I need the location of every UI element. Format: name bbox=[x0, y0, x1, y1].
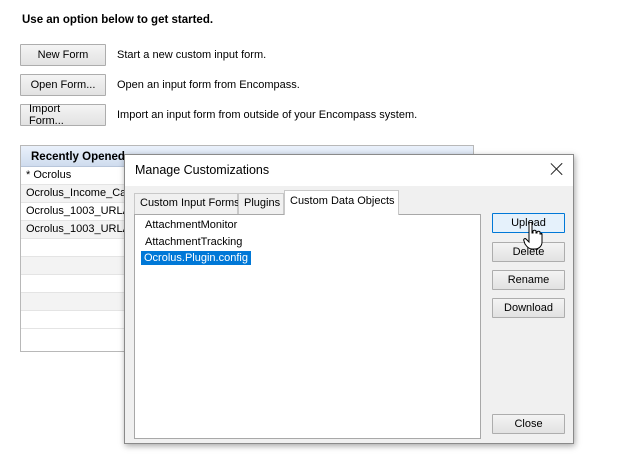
list-item-selected[interactable]: Ocrolus.Plugin.config bbox=[141, 251, 251, 265]
open-form-button[interactable]: Open Form... bbox=[20, 74, 106, 96]
tab-custom-data-objects[interactable]: Custom Data Objects bbox=[284, 190, 399, 215]
manage-customizations-dialog: Manage Customizations Custom Input Forms… bbox=[124, 154, 574, 444]
download-button[interactable]: Download bbox=[492, 298, 565, 318]
tab-custom-input-forms[interactable]: Custom Input Forms bbox=[134, 193, 240, 214]
import-form-description: Import an input form from outside of you… bbox=[117, 109, 418, 121]
open-form-description: Open an input form from Encompass. bbox=[117, 79, 300, 91]
rename-button[interactable]: Rename bbox=[492, 270, 565, 290]
dialog-title: Manage Customizations bbox=[135, 163, 270, 177]
list-item[interactable]: AttachmentTracking bbox=[142, 235, 245, 249]
list-item[interactable]: AttachmentMonitor bbox=[142, 218, 240, 232]
hand-cursor-icon bbox=[523, 222, 543, 250]
new-form-description: Start a new custom input form. bbox=[117, 49, 267, 61]
dialog-title-bar: Manage Customizations bbox=[125, 155, 573, 186]
close-button[interactable]: Close bbox=[492, 414, 565, 434]
new-form-button[interactable]: New Form bbox=[20, 44, 106, 66]
close-icon[interactable] bbox=[549, 161, 565, 177]
custom-data-objects-list[interactable]: AttachmentMonitor AttachmentTracking Ocr… bbox=[134, 214, 481, 439]
page-heading: Use an option below to get started. bbox=[22, 14, 214, 26]
import-form-button[interactable]: Import Form... bbox=[20, 103, 106, 127]
tab-plugins[interactable]: Plugins bbox=[238, 193, 284, 214]
